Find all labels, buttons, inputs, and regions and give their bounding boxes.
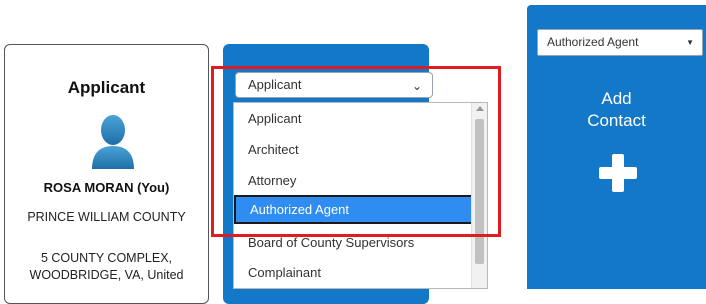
add-contact-label-line1: Add bbox=[601, 89, 632, 108]
contact-address-line2: WOODBRIDGE, VA, United bbox=[29, 268, 184, 282]
dropdown-option-architect[interactable]: Architect bbox=[234, 135, 473, 164]
contact-name: ROSA MORAN (You) bbox=[43, 180, 170, 195]
avatar-icon bbox=[92, 115, 134, 169]
add-contact-label-line2: Contact bbox=[587, 111, 646, 130]
add-contact-label[interactable]: Add Contact bbox=[527, 88, 706, 132]
dropdown-option-complainant[interactable]: Complainant bbox=[234, 258, 473, 287]
contact-type-select-value: Applicant bbox=[248, 77, 302, 92]
add-contact-type-select[interactable]: Authorized Agent ▼ bbox=[537, 29, 703, 56]
plus-icon[interactable] bbox=[599, 154, 637, 192]
contact-address: 5 COUNTY COMPLEX, WOODBRIDGE, VA, United bbox=[5, 250, 208, 284]
add-contact-type-select-value: Authorized Agent bbox=[547, 35, 639, 49]
dropdown-option-board-of-county-supervisors[interactable]: Board of County Supervisors bbox=[234, 228, 473, 257]
contact-type-dropdown-list[interactable]: Applicant Architect Attorney Authorized … bbox=[233, 102, 488, 289]
dropdown-option-attorney[interactable]: Attorney bbox=[234, 166, 473, 195]
dropdown-scrollbar[interactable] bbox=[471, 103, 487, 288]
scrollbar-thumb[interactable] bbox=[475, 119, 484, 264]
dropdown-arrow-icon: ▼ bbox=[686, 38, 694, 47]
contact-address-line1: 5 COUNTY COMPLEX, bbox=[40, 251, 173, 265]
contact-type-select[interactable]: Applicant ⌄ bbox=[235, 72, 433, 98]
dropdown-option-authorized-agent[interactable]: Authorized Agent bbox=[234, 195, 473, 224]
contact-role-title: Applicant bbox=[67, 78, 146, 97]
applicant-contact-card: Applicant ROSA MORAN (You) PRINCE WILLIA… bbox=[4, 44, 209, 304]
contact-county: PRINCE WILLIAM COUNTY bbox=[27, 210, 186, 224]
scroll-up-arrow-icon[interactable] bbox=[476, 106, 484, 111]
dropdown-option-applicant[interactable]: Applicant bbox=[234, 104, 473, 133]
chevron-down-icon: ⌄ bbox=[411, 79, 422, 93]
